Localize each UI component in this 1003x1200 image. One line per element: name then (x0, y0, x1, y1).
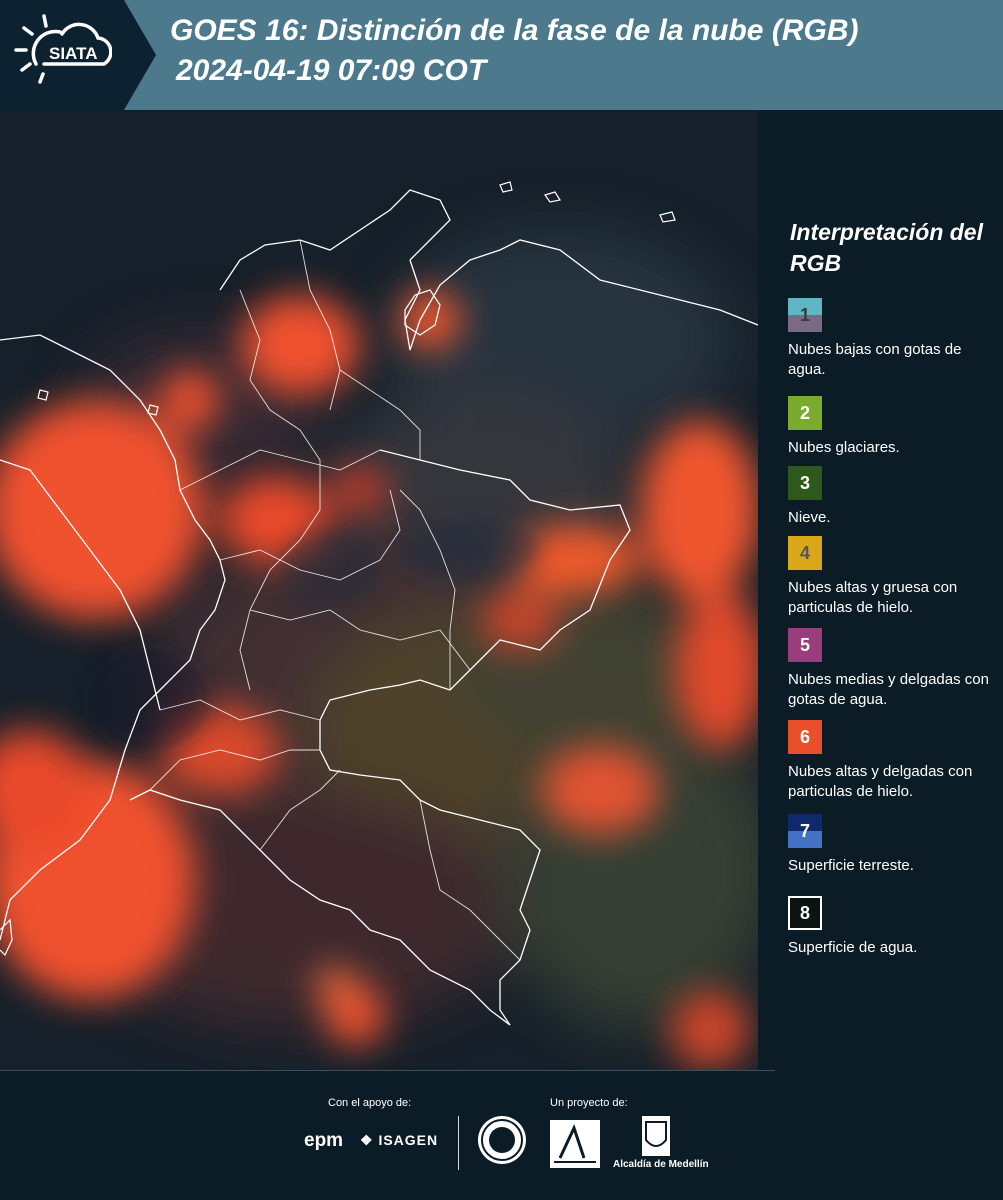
legend-number: 3 (799, 472, 810, 493)
legend-item: 4 Nubes altas y gruesa con particulas de … (788, 536, 998, 618)
satellite-rgb-map[interactable] (0, 110, 758, 1070)
support-label: Con el apoyo de: (328, 1097, 412, 1109)
header-bar: SIATA GOES 16: Distinción de la fase de … (0, 0, 1003, 110)
legend-number: 6 (799, 726, 810, 747)
legend-number: 8 (799, 902, 810, 923)
alcaldia-label: Alcaldía de Medellín (613, 1159, 709, 1170)
legend-swatch: 5 (788, 628, 822, 662)
footer-divider (0, 1070, 775, 1071)
satellite-image (0, 110, 758, 1070)
legend-swatch: 1 (788, 298, 822, 332)
legend-number: 1 (799, 304, 810, 325)
legend-item: 5 Nubes medias y delgadas con gotas de ag… (788, 628, 998, 710)
legend-label: Nubes altas y gruesa con particulas de h… (788, 579, 958, 616)
seal-icon (481, 1119, 523, 1161)
legend-label: Nieve. (788, 509, 831, 526)
legend-number: 2 (799, 402, 810, 423)
legend-swatch: 7 (788, 814, 822, 848)
area-metropolitana-icon (554, 1123, 596, 1163)
legend-item: 6 Nubes altas y delgadas con particulas d… (788, 720, 998, 802)
legend-swatch: 2 (788, 396, 822, 430)
legend-number: 5 (799, 634, 810, 655)
legend-item: 3 Nieve. (788, 466, 998, 528)
isagen-logo: ❖ ISAGEN (360, 1132, 439, 1148)
area-metropolitana-logo (550, 1120, 600, 1168)
legend-label: Nubes bajas con gotas de agua. (788, 341, 962, 378)
project-label: Un proyecto de: (550, 1097, 628, 1109)
legend-swatch: 8 (788, 896, 822, 930)
alcaldia-logo (642, 1116, 670, 1156)
footer: Con el apoyo de: Un proyecto de: epm ❖ I… (0, 1070, 1003, 1200)
legend-label: Nubes glaciares. (788, 439, 900, 456)
legend-item: 2 Nubes glaciares. (788, 396, 998, 458)
coat-of-arms-icon (645, 1121, 667, 1147)
legend-label: Nubes medias y delgadas con gotas de agu… (788, 671, 989, 708)
isagen-logo-text: ISAGEN (378, 1132, 439, 1148)
legend-label: Nubes altas y delgadas con particulas de… (788, 763, 973, 800)
legend-swatch: 6 (788, 720, 822, 754)
legend-number: 7 (799, 820, 810, 841)
page-title: GOES 16: Distinción de la fase de la nub… (170, 14, 859, 47)
legend-swatch: 3 (788, 466, 822, 500)
legend-item: 7 Superficie terreste. (788, 814, 998, 876)
medellin-seal-logo (478, 1116, 526, 1164)
siata-logo: SIATA (0, 0, 156, 110)
legend-label: Superficie de agua. (788, 939, 918, 956)
legend-label: Superficie terreste. (788, 857, 914, 874)
legend-panel: Interpretación del RGB 1 Nubes bajas con … (760, 110, 1003, 1070)
legend-number: 4 (799, 542, 810, 563)
page-timestamp: 2024-04-19 07:09 COT (176, 54, 487, 87)
epm-logo: epm (304, 1130, 344, 1151)
logo-text: SIATA (49, 44, 98, 63)
legend-title: Interpretación del RGB (790, 219, 983, 276)
logo-divider (458, 1116, 459, 1170)
legend-item: 8 Superficie de agua. (788, 896, 998, 958)
legend-swatch: 4 (788, 536, 822, 570)
legend-item: 1 Nubes bajas con gotas de agua. (788, 298, 998, 380)
